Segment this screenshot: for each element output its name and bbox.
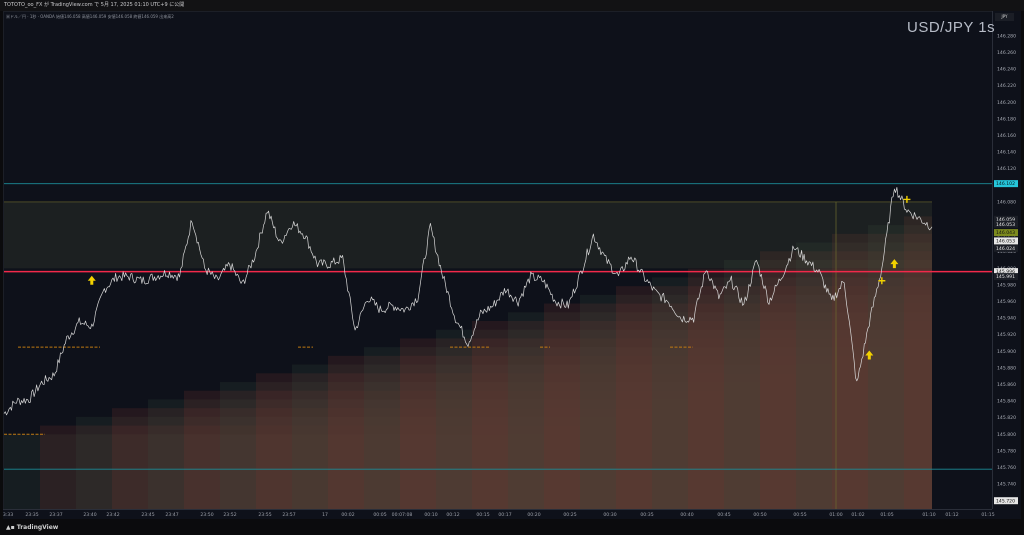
y-tick-label: 145.740 bbox=[997, 482, 1016, 488]
y-tick-label: 145.800 bbox=[997, 432, 1016, 438]
y-tick-label: 146.080 bbox=[997, 199, 1016, 205]
x-tick-label: 01:15 bbox=[981, 512, 994, 518]
y-tick-label: 145.960 bbox=[997, 299, 1016, 305]
price-tag-label: 146.053 bbox=[996, 239, 1015, 245]
x-tick-label: 00:05 bbox=[373, 512, 386, 518]
x-tick-label: 01:10 bbox=[922, 512, 935, 518]
y-tick-label: 145.920 bbox=[997, 332, 1016, 338]
x-tick-label: 00:12 bbox=[446, 512, 459, 518]
x-tick-label: 3:33 bbox=[3, 512, 13, 518]
buy-arrow-marker[interactable] bbox=[87, 275, 96, 285]
y-tick-label: 146.240 bbox=[997, 67, 1016, 73]
y-tick-label: 146.180 bbox=[997, 116, 1016, 122]
y-tick-label: 145.780 bbox=[997, 448, 1016, 454]
y-tick-label: 145.760 bbox=[997, 465, 1016, 471]
y-tick-label: 146.280 bbox=[997, 33, 1016, 39]
x-tick-label: 00:30 bbox=[603, 512, 616, 518]
price-tag-label: 146.053 bbox=[996, 222, 1015, 228]
x-tick-label: 00:40 bbox=[680, 512, 693, 518]
price-tag-label: 145.991 bbox=[996, 274, 1015, 280]
x-tick-label: 00:45 bbox=[717, 512, 730, 518]
price-chart[interactable]: 146.280 146.260 146.240 146.220 146.200 146.1… bbox=[0, 0, 1024, 535]
x-tick-label: 01:12 bbox=[945, 512, 958, 518]
x-tick-label: 00:25 bbox=[563, 512, 576, 518]
x-tick-label: 00:02 bbox=[341, 512, 354, 518]
y-tick-label: 146.120 bbox=[997, 166, 1016, 172]
x-tick-label: 00:15 bbox=[476, 512, 489, 518]
y-tick-label: 145.900 bbox=[997, 349, 1016, 355]
x-tick-label: 01:02 bbox=[851, 512, 864, 518]
x-tick-label: 23:52 bbox=[223, 512, 236, 518]
y-tick-label: 146.220 bbox=[997, 83, 1016, 89]
y-tick-label: 146.200 bbox=[997, 100, 1016, 106]
y-tick-label: 145.860 bbox=[997, 382, 1016, 388]
footer-bar: ▲▪ TradingView bbox=[0, 521, 1024, 535]
x-tick-label: 00:17 bbox=[498, 512, 511, 518]
ohlc-legend: 米ドル／円 · 1秒 · OANDA 始値146.058 高値146.059 安… bbox=[6, 14, 174, 19]
y-tick-label: 146.260 bbox=[997, 50, 1016, 56]
x-tick-label: 23:40 bbox=[83, 512, 96, 518]
symbol-watermark: USD/JPY 1s bbox=[907, 19, 996, 36]
x-tick-label: 00:07:08 bbox=[392, 512, 413, 518]
x-tick-label: 01:05 bbox=[880, 512, 893, 518]
x-tick-label: 00:35 bbox=[640, 512, 653, 518]
price-tag-label: 146.102 bbox=[996, 181, 1015, 187]
x-tick-label: 23:35 bbox=[25, 512, 38, 518]
x-tick-label: 01:00 bbox=[829, 512, 842, 518]
tradingview-logo[interactable]: ▲▪ TradingView bbox=[6, 524, 58, 531]
currency-tag[interactable]: JPY bbox=[995, 13, 1014, 21]
tradingview-brand: TradingView bbox=[16, 524, 59, 531]
x-tick-label: 17 bbox=[322, 512, 328, 518]
value-area-zone bbox=[4, 201, 932, 269]
x-tick-label: 23:57 bbox=[282, 512, 295, 518]
y-tick-label: 146.160 bbox=[997, 133, 1016, 139]
x-tick-label: 00:10 bbox=[424, 512, 437, 518]
x-tick-label: 23:45 bbox=[141, 512, 154, 518]
x-tick-label: 23:37 bbox=[49, 512, 62, 518]
y-tick-label: 145.880 bbox=[997, 365, 1016, 371]
x-tick-label: 23:42 bbox=[106, 512, 119, 518]
price-tag-label: 146.024 bbox=[996, 246, 1015, 252]
price-tag-label: 146.043 bbox=[996, 230, 1015, 236]
y-tick-label: 145.940 bbox=[997, 316, 1016, 322]
x-tick-label: 23:50 bbox=[200, 512, 213, 518]
y-tick-label: 145.980 bbox=[997, 282, 1016, 288]
price-tag-label: 145.720 bbox=[996, 498, 1015, 504]
x-tick-label: 23:47 bbox=[165, 512, 178, 518]
y-tick-label: 146.140 bbox=[997, 150, 1016, 156]
chart-window: TOTOTO_oo_FX が TradingView.com で 5月 17, … bbox=[0, 0, 1024, 535]
x-tick-label: 00:50 bbox=[753, 512, 766, 518]
time-axis-panel[interactable] bbox=[3, 509, 1021, 519]
x-tick-label: 23:55 bbox=[258, 512, 271, 518]
x-tick-label: 00:20 bbox=[527, 512, 540, 518]
y-tick-label: 145.840 bbox=[997, 399, 1016, 405]
x-tick-label: 00:55 bbox=[793, 512, 806, 518]
y-tick-label: 145.820 bbox=[997, 415, 1016, 421]
